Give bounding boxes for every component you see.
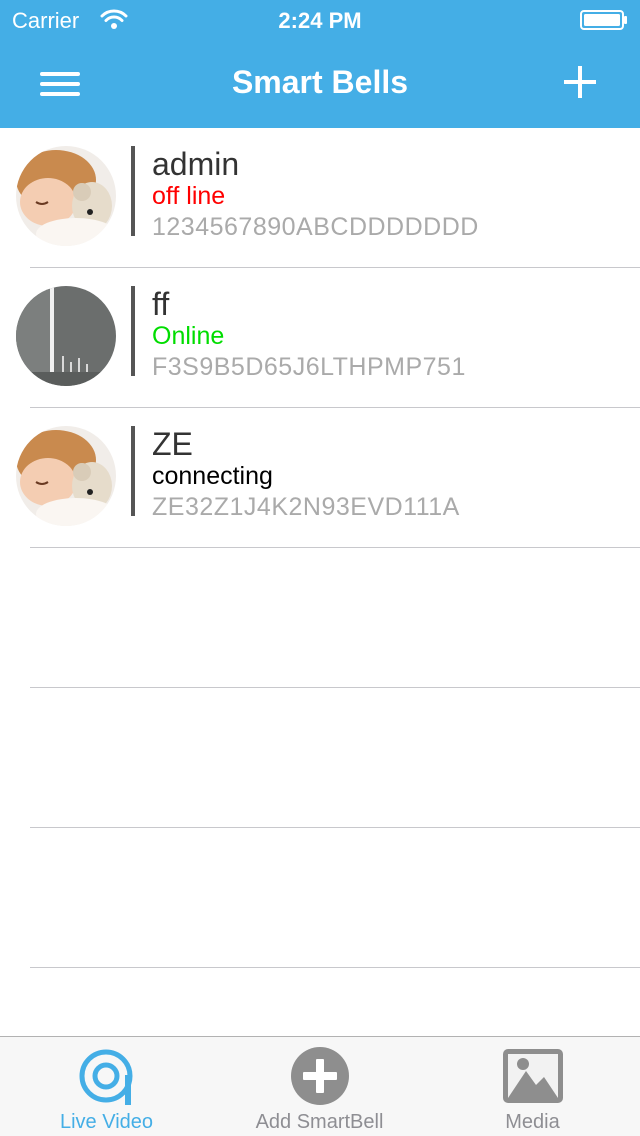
empty-row xyxy=(0,548,640,688)
row-divider xyxy=(131,286,135,376)
device-row[interactable]: admin off line 1234567890ABCDDDDDDD xyxy=(0,128,640,268)
device-serial: ZE32Z1J4K2N93EVD111A xyxy=(152,493,460,521)
device-list: admin off line 1234567890ABCDDDDDDD ff O… xyxy=(0,128,640,968)
empty-row xyxy=(0,688,640,828)
nav-bar: Smart Bells xyxy=(0,40,640,128)
add-circle-icon xyxy=(291,1047,349,1105)
live-video-icon xyxy=(79,1049,133,1105)
row-divider xyxy=(131,146,135,236)
add-device-button[interactable] xyxy=(560,62,600,102)
device-row[interactable]: ff Online F3S9B5D65J6LTHPMP751 xyxy=(0,268,640,408)
page-title: Smart Bells xyxy=(231,64,409,100)
device-status: off line xyxy=(152,182,226,210)
device-avatar xyxy=(16,426,116,526)
tab-label: Media xyxy=(505,1111,560,1133)
device-avatar xyxy=(16,146,116,246)
media-icon xyxy=(503,1049,563,1103)
tab-add-smartbell[interactable]: Add SmartBell xyxy=(213,1037,426,1136)
row-divider xyxy=(131,426,135,516)
battery-icon xyxy=(580,10,627,30)
header: Carrier 2:24 PM Smart Bells xyxy=(0,0,640,128)
tab-bar: Live Video Add SmartBell Media xyxy=(0,1036,640,1136)
device-name: ff xyxy=(152,286,170,322)
tab-label: Live Video xyxy=(59,1111,154,1133)
device-status: Online xyxy=(152,322,225,350)
device-status: connecting xyxy=(152,462,273,490)
tab-media[interactable]: Media xyxy=(426,1037,639,1136)
status-time: 2:24 PM xyxy=(278,8,362,33)
device-row[interactable]: ZE connecting ZE32Z1J4K2N93EVD111A xyxy=(0,408,640,548)
device-serial: 1234567890ABCDDDDDDD xyxy=(152,213,479,241)
device-name: ZE xyxy=(152,426,193,462)
tab-label: Add SmartBell xyxy=(255,1111,384,1133)
empty-row xyxy=(0,828,640,968)
status-bar: Carrier 2:24 PM xyxy=(0,0,640,40)
device-avatar xyxy=(16,286,116,386)
device-name: admin xyxy=(152,146,240,182)
tab-live-video[interactable]: Live Video xyxy=(0,1037,213,1136)
device-serial: F3S9B5D65J6LTHPMP751 xyxy=(152,353,466,381)
